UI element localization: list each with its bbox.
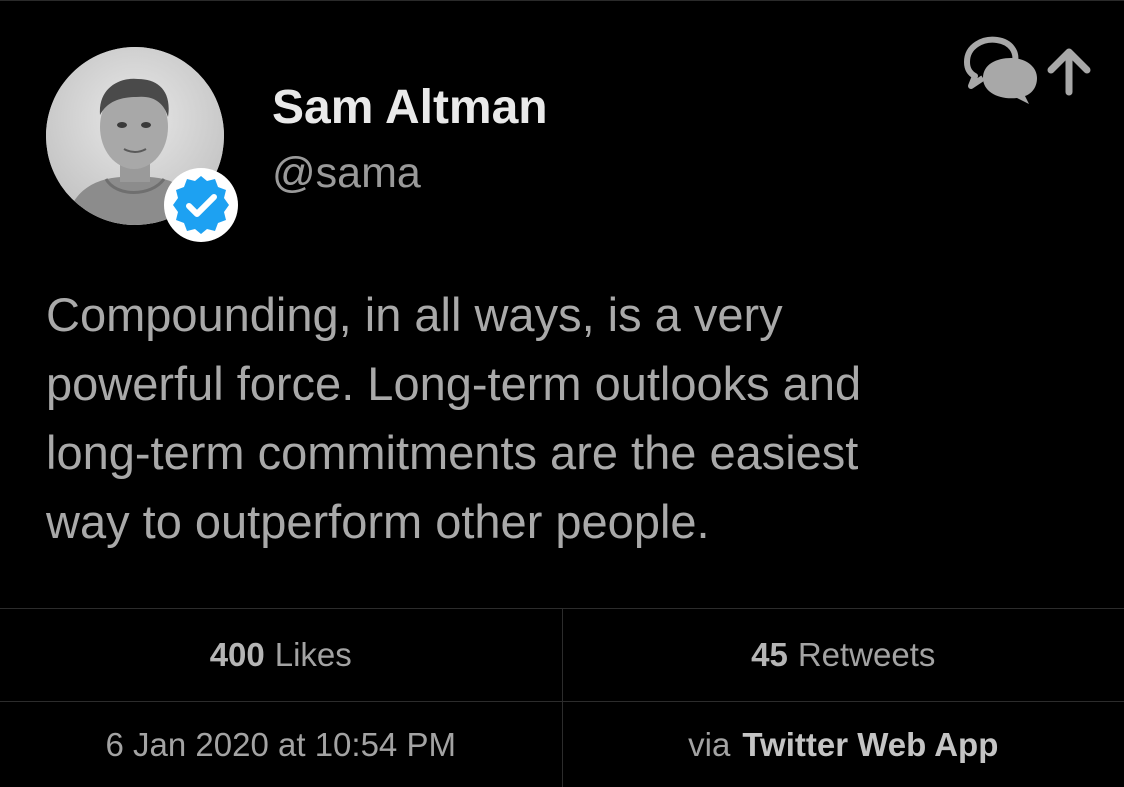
verified-badge-icon bbox=[162, 166, 240, 244]
stats-grid: 400 Likes 45 Retweets 6 Jan 2020 at 10:5… bbox=[0, 608, 1124, 787]
likes-count: 400 bbox=[210, 636, 265, 674]
reply-bubbles-icon[interactable] bbox=[967, 40, 1037, 104]
retweets-count: 45 bbox=[751, 636, 788, 674]
tweet-text: Compounding, in all ways, is a very powe… bbox=[46, 280, 1106, 556]
source-app-name[interactable]: Twitter Web App bbox=[742, 726, 998, 764]
share-arrow-icon[interactable] bbox=[1051, 52, 1087, 92]
top-divider bbox=[0, 0, 1124, 1]
author-name[interactable]: Sam Altman bbox=[272, 80, 548, 135]
retweets-label: Retweets bbox=[798, 636, 936, 674]
retweets-stat[interactable]: 45 Retweets bbox=[563, 609, 1124, 701]
timestamp: 6 Jan 2020 at 10:54 PM bbox=[0, 702, 563, 787]
likes-stat[interactable]: 400 Likes bbox=[0, 609, 563, 701]
action-icons bbox=[955, 30, 1095, 105]
engagement-row: 400 Likes 45 Retweets bbox=[0, 609, 1124, 702]
via-prefix: via bbox=[688, 726, 730, 764]
author-handle[interactable]: @sama bbox=[272, 149, 421, 198]
meta-row: 6 Jan 2020 at 10:54 PM via Twitter Web A… bbox=[0, 702, 1124, 787]
source-app: via Twitter Web App bbox=[563, 702, 1124, 787]
likes-label: Likes bbox=[275, 636, 352, 674]
